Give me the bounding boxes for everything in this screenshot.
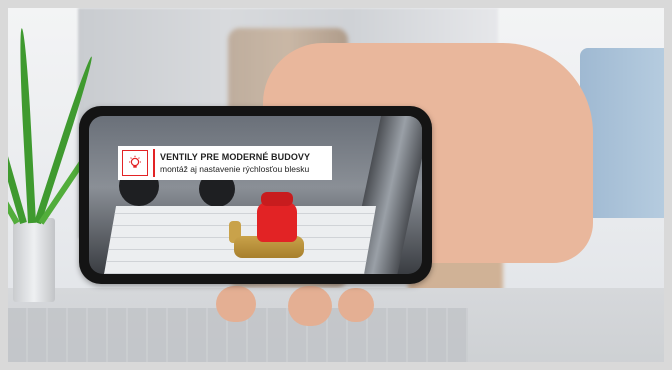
banner-divider <box>153 149 155 177</box>
image-frame: VENTILY PRE MODERNÉ BUDOVY montáž aj nas… <box>0 0 672 370</box>
plant-leaf <box>17 28 36 224</box>
banner-title: VENTILY PRE MODERNÉ BUDOVY <box>160 151 311 162</box>
finger <box>338 288 374 322</box>
promo-banner: VENTILY PRE MODERNÉ BUDOVY montáž aj nas… <box>118 146 332 180</box>
plant-pot <box>13 218 55 302</box>
lightbulb-icon <box>122 150 148 176</box>
valve-cap <box>261 192 293 206</box>
banner-subtitle: montáž aj nastavenie rýchlosťou blesku <box>160 163 310 174</box>
phone-screen: VENTILY PRE MODERNÉ BUDOVY montáž aj nas… <box>89 116 422 274</box>
finger <box>216 286 256 322</box>
banner-texts: VENTILY PRE MODERNÉ BUDOVY montáž aj nas… <box>160 152 310 175</box>
valve-handwheel <box>257 202 297 242</box>
finger <box>288 286 332 326</box>
